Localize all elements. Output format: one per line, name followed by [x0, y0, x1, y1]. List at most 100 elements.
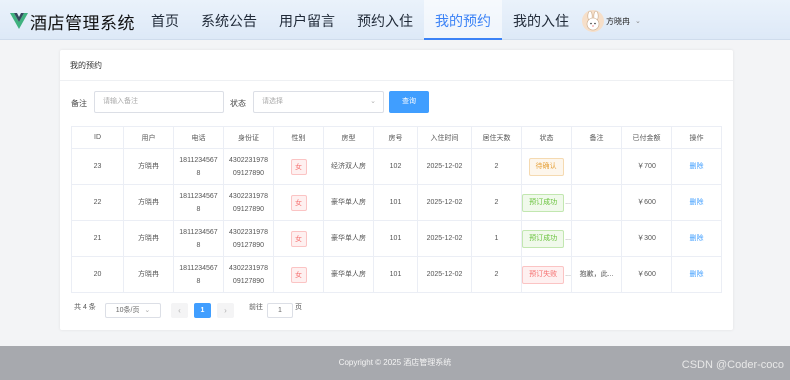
status-placeholder: 请选择	[262, 98, 283, 105]
phone-line-2: 8	[196, 169, 201, 177]
chevron-down-icon: ⌄	[144, 307, 151, 314]
cell-user: 方晓冉	[123, 148, 174, 185]
col-header-status: 状态	[521, 126, 572, 149]
chevron-down-icon[interactable]: ⌄	[635, 17, 641, 25]
table-header-row: ID 用户 电话 身份证 性别 房型 房号 入住时间 居住天数 状态 备注 已付…	[71, 126, 722, 149]
cell-note	[571, 220, 622, 257]
cell-gender: 女	[273, 148, 324, 185]
cell-room-no: 101	[373, 220, 418, 257]
col-header-phone: 电话	[173, 126, 224, 149]
app-title: 酒店管理系统	[30, 13, 135, 33]
top-navbar: 酒店管理系统 首页 系统公告 用户留言 预约入住 我的预约 我的入住 方晓冉 ⌄	[0, 0, 790, 40]
nav-item-my-bookings[interactable]: 我的预约	[424, 0, 502, 40]
cell-status: 待确认	[521, 148, 572, 185]
col-header-id: ID	[71, 126, 124, 149]
col-header-action: 操作	[671, 126, 722, 149]
my-bookings-card: 我的预约 备注 请输入备注 状态 请选择 ⌄ 查询 ID 用户 电话 身份证 性…	[60, 50, 733, 330]
phone-line-2: 8	[196, 241, 201, 249]
idcard-line-2: 09127890	[232, 169, 265, 177]
pagination-total: 共 4 条	[74, 304, 96, 311]
goto-suffix: 页	[295, 304, 302, 311]
cell-note	[571, 148, 622, 185]
gender-tag: 女	[290, 230, 307, 247]
cell-phone: 1811234567 8	[173, 220, 224, 257]
search-button[interactable]: 查询	[389, 91, 429, 113]
idcard-line-1: 4302231978	[229, 192, 268, 200]
nav-item-announcements[interactable]: 系统公告	[190, 0, 268, 40]
table-row: 20 方晓冉 1811234567 8 4302231978 09127890 女 …	[71, 256, 722, 293]
cell-note	[571, 184, 622, 221]
idcard-line-2: 09127890	[232, 241, 265, 249]
cell-status: 预订失败...	[521, 256, 572, 293]
page-size-select[interactable]: 10条/页 ⌄	[105, 303, 161, 318]
delete-button[interactable]: 删除	[690, 163, 704, 170]
cell-action: 删除	[671, 256, 722, 293]
bookings-table: ID 用户 电话 身份证 性别 房型 房号 入住时间 居住天数 状态 备注 已付…	[71, 126, 722, 293]
nav-item-messages[interactable]: 用户留言	[268, 0, 346, 40]
col-header-days: 居住天数	[471, 126, 522, 149]
status-label: 状态	[230, 99, 246, 108]
delete-button[interactable]: 删除	[690, 235, 704, 242]
cell-idcard: 4302231978 09127890	[223, 184, 274, 221]
nav-item-my-checkins[interactable]: 我的入住	[502, 0, 580, 40]
cell-days: 1	[471, 220, 522, 257]
avatar-bunny-icon	[586, 10, 600, 31]
cell-phone: 1811234567 8	[173, 256, 224, 293]
page-number-current[interactable]: 1	[194, 303, 211, 318]
gender-tag: 女	[290, 194, 307, 211]
idcard-line-2: 09127890	[232, 205, 265, 213]
gender-tag: 女	[290, 158, 307, 175]
phone-line-1: 1811234567	[179, 192, 218, 200]
cell-note: 抱歉，此...	[571, 256, 622, 293]
status-badge: 预订失败	[522, 265, 565, 284]
cell-idcard: 4302231978 09127890	[223, 256, 274, 293]
cell-room-type: 豪华单人房	[323, 256, 374, 293]
cell-room-no: 102	[373, 148, 418, 185]
cell-room-no: 101	[373, 184, 418, 221]
cell-status: 预订成功...	[521, 184, 572, 221]
csdn-watermark: CSDN @Coder-coco	[681, 359, 784, 371]
cell-user: 方晓冉	[123, 184, 174, 221]
cell-idcard: 4302231978 09127890	[223, 220, 274, 257]
cell-room-type: 豪华单人房	[323, 184, 374, 221]
prev-page-button[interactable]: ‹	[171, 303, 188, 318]
user-menu[interactable]: 方晓冉 ⌄	[582, 9, 641, 33]
vue-logo-icon	[10, 13, 28, 29]
col-header-idcard: 身份证	[223, 126, 274, 149]
cell-checkin-date: 2025-12-02	[417, 148, 472, 185]
phone-line-1: 1811234567	[179, 264, 218, 272]
main-nav: 首页 系统公告 用户留言 预约入住 我的预约 我的入住	[140, 0, 580, 40]
cell-phone: 1811234567 8	[173, 184, 224, 221]
cell-amount: ￥600	[621, 256, 672, 293]
col-header-user: 用户	[123, 126, 174, 149]
nav-item-book-checkin[interactable]: 预约入住	[346, 0, 424, 40]
card-title: 我的预约	[70, 61, 102, 70]
table-row: 23 方晓冉 1811234567 8 4302231978 09127890 女 …	[71, 148, 722, 185]
idcard-line-1: 4302231978	[229, 228, 268, 236]
status-select[interactable]: 请选择 ⌄	[253, 91, 384, 113]
footer-copyright: Copyright © 2025 酒店管理系统	[338, 358, 452, 367]
status-badge: 预订成功	[522, 229, 565, 248]
table-row: 21 方晓冉 1811234567 8 4302231978 09127890 女 …	[71, 220, 722, 257]
cell-room-type: 经济双人房	[323, 148, 374, 185]
cell-user: 方晓冉	[123, 220, 174, 257]
cell-id: 21	[71, 220, 124, 257]
cell-id: 20	[71, 256, 124, 293]
gender-tag: 女	[290, 266, 307, 283]
note-search-input[interactable]: 请输入备注	[94, 91, 224, 113]
nav-item-home[interactable]: 首页	[140, 0, 190, 40]
avatar[interactable]	[582, 10, 604, 32]
table-row: 22 方晓冉 1811234567 8 4302231978 09127890 女 …	[71, 184, 722, 221]
cell-idcard: 4302231978 09127890	[223, 148, 274, 185]
logo[interactable]: 酒店管理系统	[10, 10, 135, 33]
cell-action: 删除	[671, 148, 722, 185]
next-page-button[interactable]: ›	[217, 303, 234, 318]
goto-page-input[interactable]: 1	[267, 303, 293, 318]
col-header-room-type: 房型	[323, 126, 374, 149]
col-header-gender: 性别	[273, 126, 324, 149]
delete-button[interactable]: 删除	[690, 271, 704, 278]
cell-phone: 1811234567 8	[173, 148, 224, 185]
delete-button[interactable]: 删除	[690, 199, 704, 206]
page-size-value: 10条/页	[115, 307, 140, 314]
col-header-room-no: 房号	[373, 126, 418, 149]
